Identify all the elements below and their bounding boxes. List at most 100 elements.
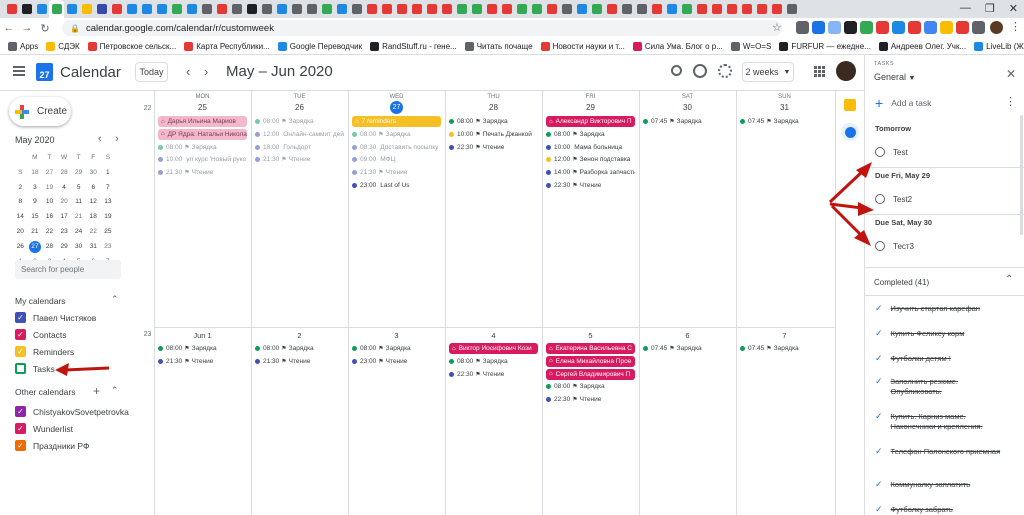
day-header[interactable]: MON 25: [154, 94, 251, 112]
completed-task-item[interactable]: ✓ Заполнить резюме. Опубликовать.: [875, 377, 1001, 397]
browser-tab[interactable]: [589, 0, 604, 18]
calendar-event[interactable]: 08:00 ⚑ Зарядка: [352, 343, 441, 354]
calendar-event[interactable]: 07:45 ⚑ Зарядка: [740, 116, 829, 127]
browser-tab[interactable]: [49, 0, 64, 18]
close-icon[interactable]: ✕: [1006, 67, 1016, 81]
mini-day[interactable]: 6: [86, 181, 101, 196]
task-complete-checkbox-icon[interactable]: [875, 241, 885, 251]
day-number[interactable]: 28: [445, 103, 542, 112]
profile-avatar-icon[interactable]: [990, 21, 1003, 34]
calendar-event[interactable]: ⌂ 7 reminders: [352, 116, 441, 127]
browser-tab[interactable]: [739, 0, 754, 18]
completed-task-item[interactable]: ✓ Футболку забрать: [875, 505, 1001, 515]
browser-tab[interactable]: [199, 0, 214, 18]
browser-tab[interactable]: [724, 0, 739, 18]
browser-tab[interactable]: [604, 0, 619, 18]
calendar-event[interactable]: 07:45 ⚑ Зарядка: [643, 116, 732, 127]
bookmark-item[interactable]: W=O=S: [730, 41, 771, 51]
browser-tab[interactable]: [94, 0, 109, 18]
extension-icon[interactable]: [956, 21, 969, 34]
calendar-event[interactable]: 08:30 Доставить посылку: [352, 142, 441, 153]
tasks-icon[interactable]: [841, 123, 859, 141]
calendar-event[interactable]: 08:00 ⚑ Зарядка: [546, 381, 635, 392]
mini-day[interactable]: 20: [13, 225, 28, 240]
checkbox-icon[interactable]: ✓: [15, 406, 26, 417]
calendar-event[interactable]: 09:00 МФЦ: [352, 154, 441, 165]
extension-icon[interactable]: [828, 21, 841, 34]
extension-icon[interactable]: [812, 21, 825, 34]
extension-icon[interactable]: [924, 21, 937, 34]
search-people-input[interactable]: Search for people: [15, 260, 121, 279]
browser-tab[interactable]: [259, 0, 274, 18]
completed-task-item[interactable]: ✓ Коммуналку заплатить: [875, 480, 1001, 490]
calendar-event[interactable]: ⌂ ДР Ядра: Натальи Никола: [158, 128, 247, 140]
calendar-event[interactable]: ⌂ Дарья Ильина Мариов: [158, 116, 247, 127]
browser-tab[interactable]: [754, 0, 769, 18]
day-number[interactable]: 31: [736, 103, 833, 112]
browser-tab[interactable]: [664, 0, 679, 18]
window-controls[interactable]: — ❐ ✕: [960, 2, 1018, 15]
more-options-icon[interactable]: ⋮: [1005, 95, 1016, 108]
mini-day[interactable]: 28: [57, 166, 72, 181]
browser-tab[interactable]: [574, 0, 589, 18]
task-complete-checkbox-icon[interactable]: [875, 147, 885, 157]
day-header[interactable]: FRI 29: [542, 94, 639, 112]
extension-icon[interactable]: [796, 21, 809, 34]
browser-tab[interactable]: [469, 0, 484, 18]
checkbox-icon[interactable]: ✓: [15, 329, 26, 340]
collapse-icon[interactable]: ⌃: [111, 385, 119, 396]
bookmark-item[interactable]: Петровское сельск...: [87, 41, 176, 51]
day-header[interactable]: SAT 30: [639, 94, 736, 112]
browser-tab[interactable]: [499, 0, 514, 18]
mini-day[interactable]: 22: [42, 225, 57, 240]
today-button[interactable]: Today: [135, 62, 168, 82]
calendar-event[interactable]: ⌂ Сергей Владимирович П: [546, 368, 635, 380]
browser-tab[interactable]: [34, 0, 49, 18]
extension-icon[interactable]: [860, 21, 873, 34]
mini-day[interactable]: 2: [13, 181, 28, 196]
calendar-event[interactable]: 08:00 ⚑ Зарядка: [158, 142, 247, 153]
day-number[interactable]: 7: [736, 331, 833, 340]
calendar-event[interactable]: 21:30 ⚑ Чтение: [158, 356, 247, 367]
browser-tab[interactable]: [409, 0, 424, 18]
calendar-event[interactable]: 12:00 ⚑ Зенон подставка: [546, 154, 635, 165]
browser-tab[interactable]: [124, 0, 139, 18]
browser-tab[interactable]: [349, 0, 364, 18]
bookmark-star-icon[interactable]: ☆: [772, 21, 782, 34]
mini-day[interactable]: 28: [42, 240, 57, 255]
calendar-event[interactable]: 22:30 ⚑ Чтение: [546, 180, 635, 191]
calendar-event[interactable]: 07:45 ⚑ Зарядка: [740, 343, 829, 354]
next-period-icon[interactable]: ›: [204, 64, 208, 79]
mini-day[interactable]: 19: [101, 210, 116, 225]
calendar-list-item[interactable]: Tasks: [15, 363, 55, 374]
day-number[interactable]: 5: [542, 331, 639, 340]
extension-icon[interactable]: [940, 21, 953, 34]
browser-tab[interactable]: [484, 0, 499, 18]
mini-day[interactable]: 30: [86, 166, 101, 181]
mini-day[interactable]: 11: [71, 195, 86, 210]
browser-tab[interactable]: [4, 0, 19, 18]
mini-day[interactable]: 30: [71, 240, 86, 255]
task-complete-checkbox-icon[interactable]: [875, 194, 885, 204]
task-item[interactable]: Test2: [875, 194, 912, 204]
day-header[interactable]: WED 27: [348, 94, 445, 114]
calendar-event[interactable]: 10:00 ⚑ Печать Джанкой: [449, 129, 538, 140]
mini-day[interactable]: 8: [13, 195, 28, 210]
bookmark-item[interactable]: Apps: [8, 41, 38, 51]
calendar-list-item[interactable]: ✓ ChistyakovSovetpetrovka: [15, 406, 129, 417]
mini-prev-month-icon[interactable]: ‹: [98, 133, 102, 145]
calendar-event[interactable]: 23:00 Last of Us: [352, 180, 441, 191]
extension-icon[interactable]: [972, 21, 985, 34]
extension-icon[interactable]: [908, 21, 921, 34]
calendar-event[interactable]: 07:45 ⚑ Зарядка: [643, 343, 732, 354]
calendar-event[interactable]: 14:00 ⚑ Разборка запчасти: [546, 167, 635, 178]
collapse-icon[interactable]: ⌃: [1005, 274, 1013, 285]
calendar-event[interactable]: ⌂ Александр Викторович П: [546, 116, 635, 127]
browser-tab[interactable]: [334, 0, 349, 18]
bookmark-item[interactable]: Карта Республики...: [184, 41, 270, 51]
mini-day[interactable]: 1: [101, 166, 116, 181]
google-apps-icon[interactable]: [814, 66, 825, 77]
extension-icon[interactable]: [876, 21, 889, 34]
browser-tab[interactable]: [304, 0, 319, 18]
browser-tab[interactable]: [709, 0, 724, 18]
